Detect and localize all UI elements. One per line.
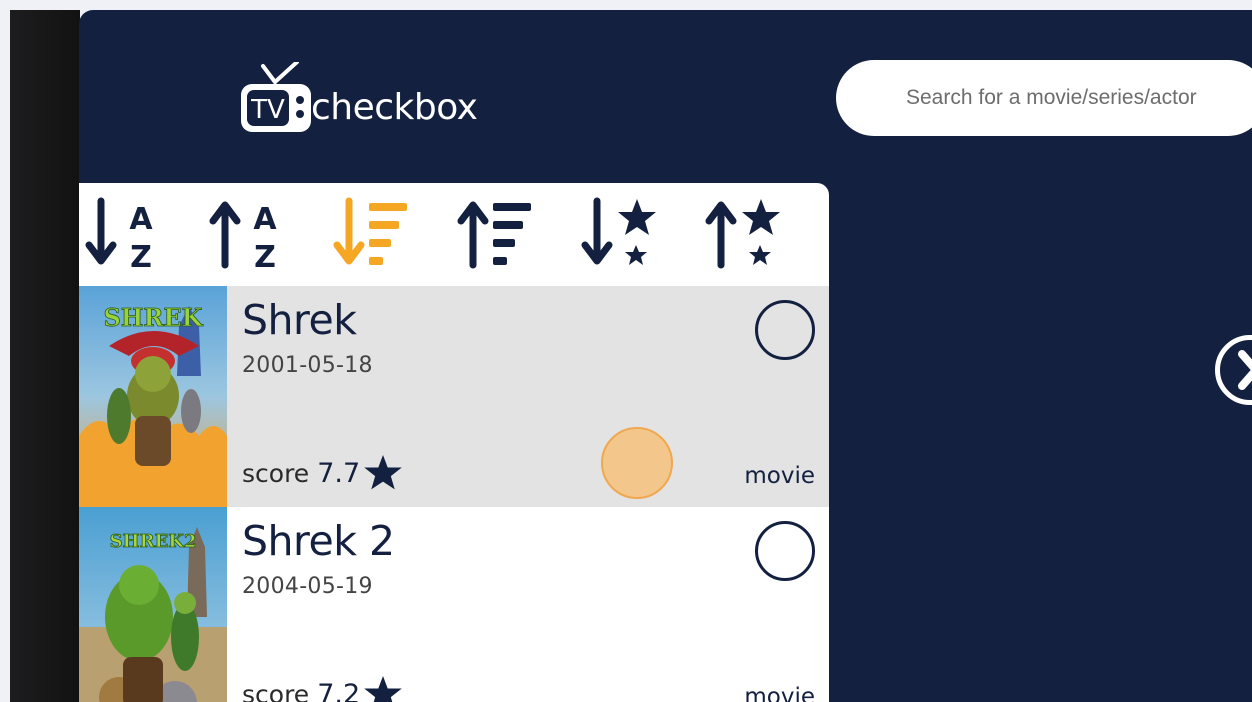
sort-date-desc-button[interactable] bbox=[333, 190, 457, 280]
search-bar[interactable] bbox=[836, 60, 1252, 136]
sort-az-asc-icon: A Z bbox=[209, 201, 277, 275]
results-panel: A Z A Z SHREK Shrek 2001-05-18 score 7.7… bbox=[79, 183, 829, 702]
result-title: Shrek 2 bbox=[242, 517, 395, 565]
logo-badge: TV bbox=[250, 95, 285, 125]
svg-text:A: A bbox=[253, 202, 277, 237]
star-icon bbox=[364, 455, 402, 490]
sort-score-desc-icon bbox=[581, 197, 656, 265]
result-type: movie bbox=[744, 684, 815, 702]
sort-date-asc-icon bbox=[457, 201, 531, 268]
svg-text:SHREK2: SHREK2 bbox=[110, 531, 197, 552]
result-score: score 7.2 bbox=[242, 676, 402, 702]
score-label: score bbox=[242, 679, 310, 702]
result-info: Shrek 2 2004-05-19 score 7.2 movie bbox=[227, 507, 829, 702]
result-date: 2004-05-19 bbox=[242, 574, 373, 600]
svg-text:A: A bbox=[129, 202, 153, 237]
result-score: score 7.7 bbox=[242, 455, 402, 491]
sort-date-asc-button[interactable] bbox=[457, 190, 581, 280]
svg-text:Z: Z bbox=[254, 240, 276, 275]
sort-score-asc-button[interactable] bbox=[705, 190, 829, 280]
watched-checkbox[interactable] bbox=[755, 300, 815, 360]
sort-toolbar: A Z A Z bbox=[79, 183, 829, 286]
logo[interactable]: TV checkbox bbox=[239, 60, 478, 134]
sort-score-desc-button[interactable] bbox=[581, 190, 705, 280]
search-input[interactable] bbox=[836, 60, 1252, 136]
sort-az-desc-button[interactable]: A Z bbox=[85, 190, 209, 280]
result-title: Shrek bbox=[242, 296, 357, 344]
cursor-indicator bbox=[601, 427, 673, 499]
result-info: Shrek 2001-05-18 score 7.7 movie bbox=[227, 286, 829, 507]
sort-az-desc-icon: A Z bbox=[85, 197, 153, 275]
watched-checkbox[interactable] bbox=[755, 521, 815, 581]
result-row[interactable]: SHREK2 Shrek 2 2004-05-19 score 7.2 movi… bbox=[79, 507, 829, 702]
side-edge bbox=[10, 10, 80, 702]
tv-logo-icon: TV bbox=[239, 60, 313, 134]
movie-poster: SHREK2 bbox=[79, 507, 227, 702]
sort-az-asc-button[interactable]: A Z bbox=[209, 190, 333, 280]
svg-text:SHREK: SHREK bbox=[103, 303, 203, 332]
score-label: score bbox=[242, 458, 310, 488]
result-date: 2001-05-18 bbox=[242, 353, 373, 379]
score-value: 7.2 bbox=[317, 678, 361, 702]
svg-text:Z: Z bbox=[130, 240, 152, 275]
sort-score-asc-icon bbox=[705, 198, 780, 268]
app-container: TV checkbox A Z A bbox=[79, 10, 1252, 702]
chevron-right-icon bbox=[1238, 350, 1252, 390]
result-type: movie bbox=[744, 463, 815, 489]
star-icon bbox=[364, 676, 402, 702]
sort-date-desc-icon bbox=[333, 197, 407, 265]
movie-poster: SHREK bbox=[79, 286, 227, 507]
logo-text: checkbox bbox=[311, 87, 478, 128]
next-button[interactable] bbox=[1215, 335, 1252, 405]
result-row[interactable]: SHREK Shrek 2001-05-18 score 7.7 movie bbox=[79, 286, 829, 507]
page-margin bbox=[0, 0, 10, 702]
score-value: 7.7 bbox=[317, 457, 361, 489]
